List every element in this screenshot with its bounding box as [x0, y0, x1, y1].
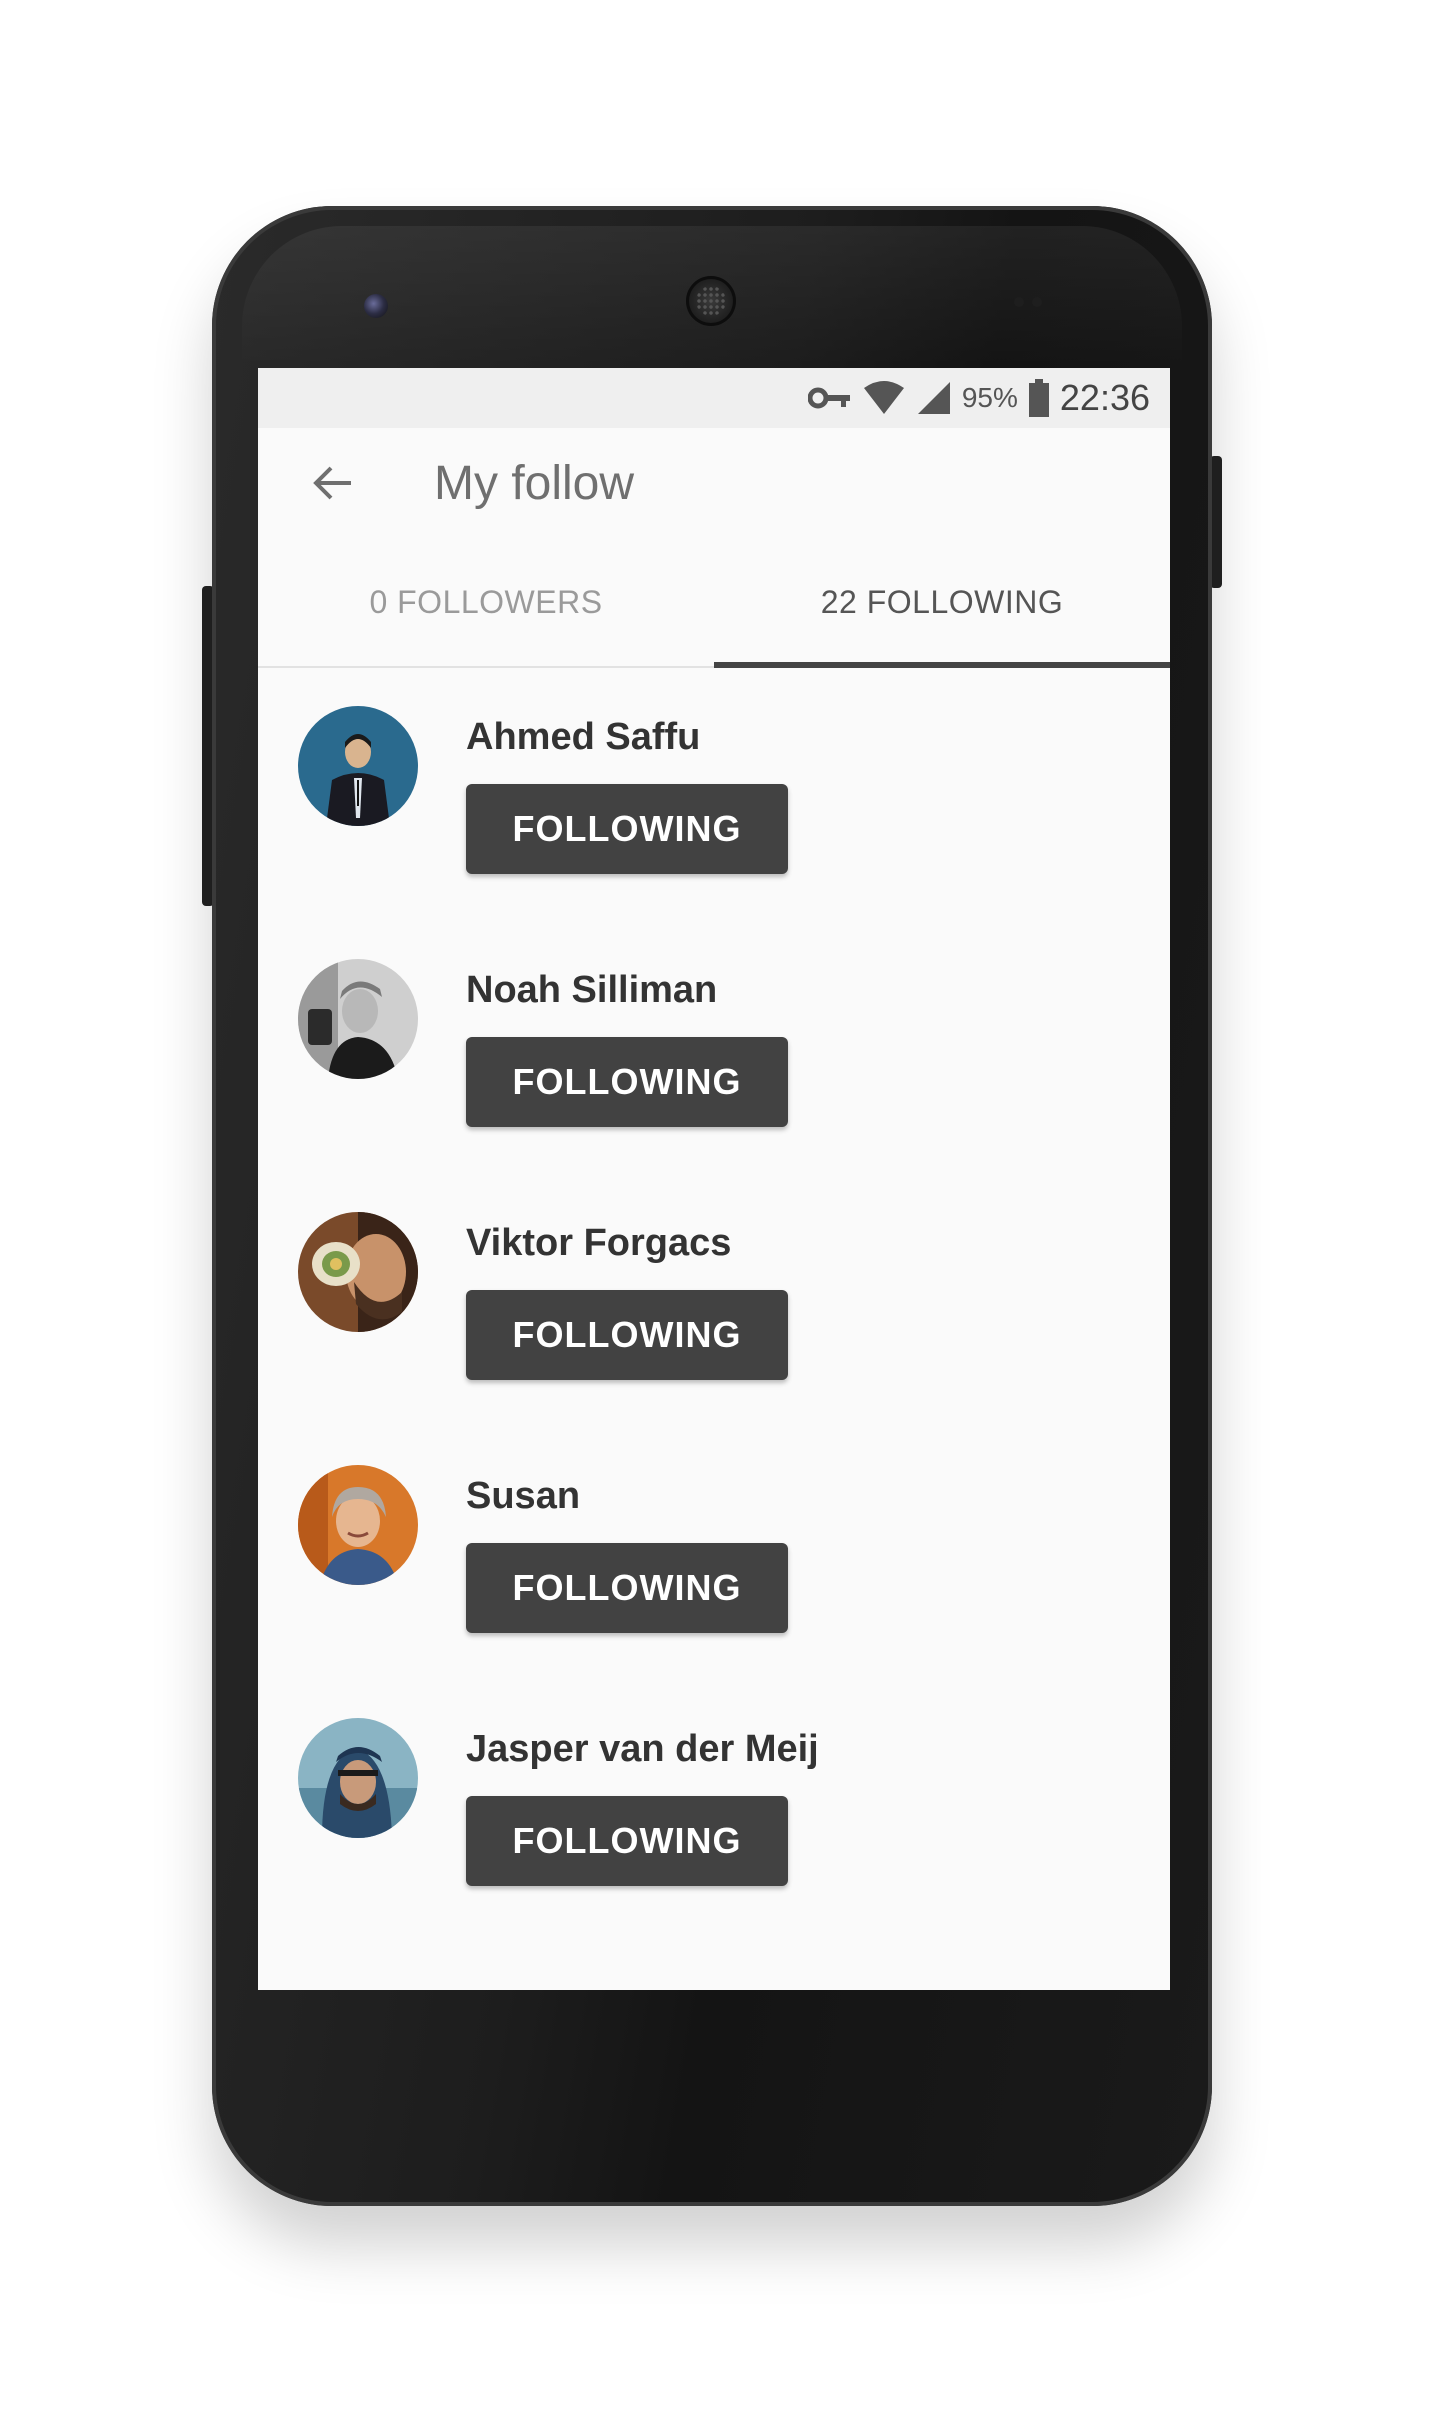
- following-button[interactable]: FOLLOWING: [466, 1290, 788, 1380]
- tab-followers[interactable]: 0 FOLLOWERS: [258, 538, 714, 666]
- following-button[interactable]: FOLLOWING: [466, 784, 788, 874]
- arrow-back-icon[interactable]: [298, 448, 368, 518]
- avatar[interactable]: [298, 1718, 418, 1838]
- list-item: Ahmed Saffu FOLLOWING: [258, 706, 1170, 959]
- app-toolbar: My follow: [258, 428, 1170, 538]
- stage: 95% 22:36 My follow 0 FOLLOWERS 22 FOLLO…: [0, 0, 1440, 2434]
- earpiece-speaker: [686, 276, 736, 326]
- user-name: Noah Silliman: [466, 969, 718, 1011]
- list-item: Jasper van der Meij FOLLOWING: [258, 1718, 1170, 1971]
- user-name: Susan: [466, 1475, 581, 1517]
- vpn-key-icon: [807, 385, 852, 411]
- avatar[interactable]: [298, 706, 418, 826]
- proximity-sensors: [1014, 294, 1054, 307]
- tab-bar: 0 FOLLOWERS 22 FOLLOWING: [258, 538, 1170, 668]
- clock: 22:36: [1059, 377, 1150, 418]
- phone-screen: 95% 22:36 My follow 0 FOLLOWERS 22 FOLLO…: [258, 368, 1170, 1990]
- battery-percent: 95%: [961, 382, 1018, 413]
- list-item: Viktor Forgacs FOLLOWING: [258, 1212, 1170, 1465]
- tab-indicator: [714, 662, 1170, 668]
- following-button[interactable]: FOLLOWING: [466, 1796, 788, 1886]
- battery-icon: [1028, 379, 1050, 417]
- tab-following[interactable]: 22 FOLLOWING: [714, 538, 1170, 666]
- user-name: Viktor Forgacs: [466, 1222, 732, 1264]
- user-name: Jasper van der Meij: [466, 1728, 819, 1770]
- list-item: Noah Silliman FOLLOWING: [258, 959, 1170, 1212]
- following-button[interactable]: FOLLOWING: [466, 1543, 788, 1633]
- front-camera: [364, 294, 388, 318]
- avatar[interactable]: [298, 959, 418, 1079]
- status-bar: 95% 22:36: [258, 368, 1170, 428]
- following-button[interactable]: FOLLOWING: [466, 1037, 788, 1127]
- following-list: Ahmed Saffu FOLLOWING Noah Silliman FOLL…: [258, 668, 1170, 1971]
- page-title: My follow: [434, 456, 635, 510]
- avatar[interactable]: [298, 1212, 418, 1332]
- avatar[interactable]: [298, 1465, 418, 1585]
- wifi-icon: [862, 380, 906, 416]
- user-name: Ahmed Saffu: [466, 716, 701, 758]
- list-item: Susan FOLLOWING: [258, 1465, 1170, 1718]
- signal-icon: [916, 380, 952, 416]
